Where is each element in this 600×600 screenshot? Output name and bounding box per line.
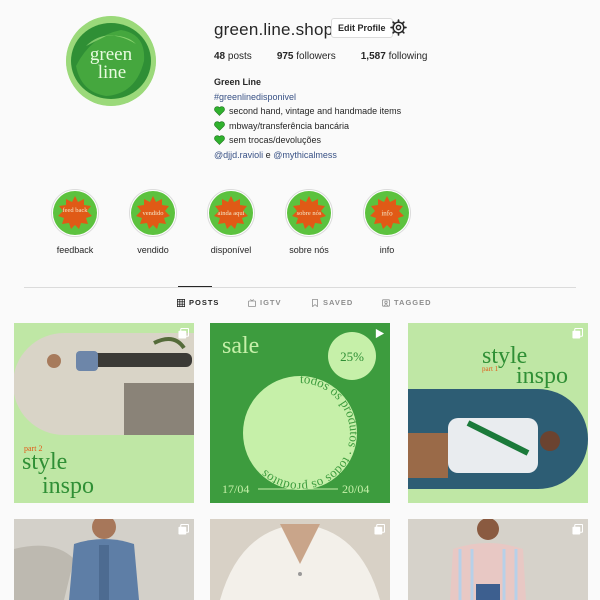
highlight-badge: sobre nós [287,191,331,235]
highlight-label: info [379,245,395,255]
followers-count[interactable]: 975 followers [277,51,336,62]
svg-text:info: info [381,210,393,218]
highlight-sobre-nos[interactable]: sobre nós sobre nós [279,189,339,255]
highlight-label: disponível [210,245,252,255]
highlight-badge: info [365,191,409,235]
carousel-icon [178,524,189,535]
profile-full-name: Green Line [214,77,262,87]
svg-text:ainda aqui: ainda aqui [218,210,245,217]
mention-link[interactable]: @djjd.ravioli [214,150,263,160]
post-denim-shirt[interactable] [14,519,194,600]
tabs-divider [24,287,576,288]
edit-profile-button[interactable]: Edit Profile [331,18,393,38]
bio-line: second hand, vintage and handmade items [214,104,401,119]
green-heart-icon [214,121,225,131]
profile-stats: 48 posts 975 followers 1,587 following [214,51,427,62]
profile-username: green.line.shop [214,20,334,39]
highlight-vendido[interactable]: vendido vendido [123,189,183,255]
following-count[interactable]: 1,587 following [361,51,428,62]
gear-icon[interactable] [390,19,407,36]
highlight-label: sobre nós [289,245,329,255]
profile-bio: Green Line #greenlinedisponivel second h… [214,75,401,162]
story-highlights: feed back feedback vendido vendido ainda… [48,189,420,259]
mention-link[interactable]: @mythicalmess [273,150,337,160]
carousel-icon [572,328,583,339]
bio-hashtag-link[interactable]: #greenlinedisponivel [214,90,401,105]
green-heart-icon [214,106,225,117]
tag-icon [382,298,390,307]
svg-text:inspo: inspo [42,473,94,499]
carousel-icon [374,524,385,535]
svg-text:inspo: inspo [516,363,568,389]
active-tab-indicator [178,286,212,287]
profile-avatar[interactable]: green line [66,16,156,106]
svg-text:17/04: 17/04 [222,482,249,496]
svg-text:sobre nós: sobre nós [297,210,322,217]
tab-tagged[interactable]: TAGGED [382,298,432,307]
bio-mentions: @djjd.ravioli e @mythicalmess [214,149,337,160]
post-style-inspo-part1[interactable]: style part 1 inspo [408,323,588,503]
highlight-info[interactable]: info info [357,189,417,255]
bookmark-icon [312,298,318,307]
bio-line: sem trocas/devoluções [214,133,401,148]
post-sale[interactable]: sale 25% todos os produtos · todos os pr… [210,323,390,503]
svg-text:style: style [22,449,67,475]
video-icon [375,328,385,339]
posts-count: 48 posts [214,51,252,62]
highlight-badge: ainda aqui [209,191,253,235]
post-style-inspo-part2[interactable]: part 2 style inspo [14,323,194,503]
tab-saved[interactable]: SAVED [311,298,353,307]
svg-text:20/04: 20/04 [342,482,369,496]
carousel-icon [178,328,189,339]
highlight-badge: vendido [131,191,175,235]
svg-text:vendido: vendido [143,210,164,217]
post-white-shirt[interactable] [210,519,390,600]
grid-icon [177,298,185,307]
igtv-icon [248,298,256,307]
highlight-feedback[interactable]: feed back feedback [45,189,105,255]
green-heart-icon [214,135,225,146]
highlight-badge: feed back [53,191,97,235]
highlight-disponivel[interactable]: ainda aqui disponível [201,189,261,255]
svg-text:part 1: part 1 [482,365,499,373]
svg-text:25%: 25% [340,349,364,364]
highlight-label: vendido [137,245,169,255]
carousel-icon [572,524,583,535]
tab-igtv[interactable]: IGTV [248,298,282,307]
svg-text:feed back: feed back [62,207,88,214]
highlight-label: feedback [56,245,94,255]
bio-line: mbway/transferência bancária [214,119,401,134]
logo-text-bottom: line [98,62,127,83]
svg-text:sale: sale [222,333,259,359]
tab-posts[interactable]: POSTS [177,298,219,307]
post-striped-shirt[interactable] [408,519,588,600]
